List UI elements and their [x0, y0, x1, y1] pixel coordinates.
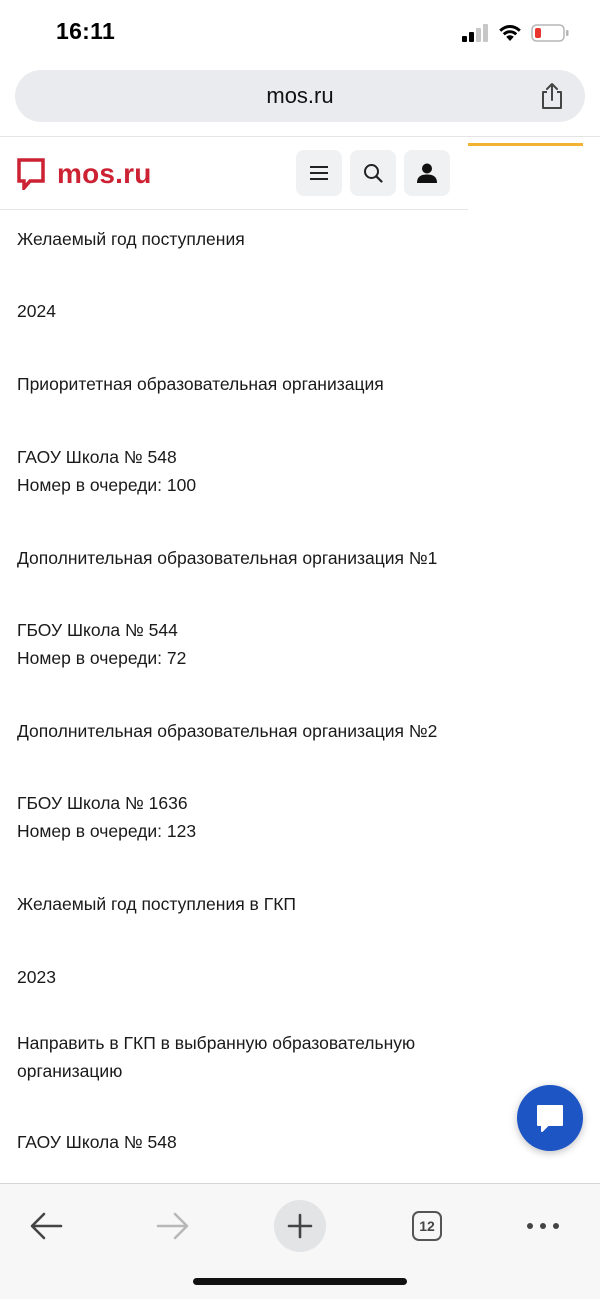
value-gkp-year: 2023 [17, 967, 56, 987]
home-indicator[interactable] [193, 1278, 407, 1285]
user-icon [417, 163, 437, 183]
plus-icon [287, 1213, 313, 1239]
logo-mark-icon [17, 158, 45, 190]
chat-button[interactable] [517, 1085, 583, 1151]
share-icon[interactable] [539, 82, 565, 110]
tab-count: 12 [419, 1218, 435, 1234]
status-bar: 16:11 [0, 0, 600, 62]
value-additional-school-1: ГБОУ Школа № 544 [17, 620, 178, 640]
profile-button[interactable] [404, 150, 450, 196]
value-desired-year: 2024 [17, 301, 56, 321]
value-priority-queue: Номер в очереди: 100 [17, 475, 197, 495]
tabs-button[interactable]: 12 [399, 1198, 455, 1254]
value-additional-school-2: ГБОУ Школа № 1636 [17, 793, 188, 813]
label-gkp-school: Направить в ГКП в выбранную образователь… [17, 1033, 416, 1081]
site-header: mos.ru [0, 137, 468, 210]
back-button[interactable] [18, 1198, 74, 1254]
label-additional-school-1: Дополнительная образовательная организац… [17, 548, 438, 568]
value-additional-queue-1: Номер в очереди: 72 [17, 648, 187, 668]
label-priority-school: Приоритетная образовательная организация [17, 374, 384, 394]
more-button[interactable] [515, 1198, 571, 1254]
logo-text: mos.ru [57, 158, 152, 189]
value-gkp-school: ГАОУ Школа № 548 [17, 1132, 177, 1152]
status-time: 16:11 [56, 18, 116, 44]
battery-icon [531, 24, 569, 42]
back-arrow-icon [30, 1212, 63, 1240]
site-logo[interactable]: mos.ru [17, 158, 152, 190]
wifi-icon [499, 25, 521, 41]
accent-line [468, 143, 583, 146]
label-desired-year: Желаемый год поступления [17, 229, 245, 249]
forward-arrow-icon [156, 1212, 189, 1240]
value-priority-school: ГАОУ Школа № 548 [17, 447, 177, 467]
value-additional-queue-2: Номер в очереди: 123 [17, 821, 197, 841]
chat-icon [537, 1105, 563, 1132]
search-button[interactable] [350, 150, 396, 196]
search-icon [364, 164, 383, 183]
label-gkp-year: Желаемый год поступления в ГКП [17, 894, 296, 914]
tabs-icon: 12 [412, 1211, 442, 1241]
url-text[interactable]: mos.ru [15, 83, 585, 109]
more-icon [527, 1223, 559, 1229]
menu-icon [310, 166, 328, 180]
cellular-signal-icon [462, 24, 488, 42]
forward-button[interactable] [145, 1198, 201, 1254]
label-additional-school-2: Дополнительная образовательная организац… [17, 721, 438, 741]
new-tab-button[interactable] [272, 1198, 328, 1254]
menu-button[interactable] [296, 150, 342, 196]
address-bar[interactable]: mos.ru [15, 70, 585, 122]
